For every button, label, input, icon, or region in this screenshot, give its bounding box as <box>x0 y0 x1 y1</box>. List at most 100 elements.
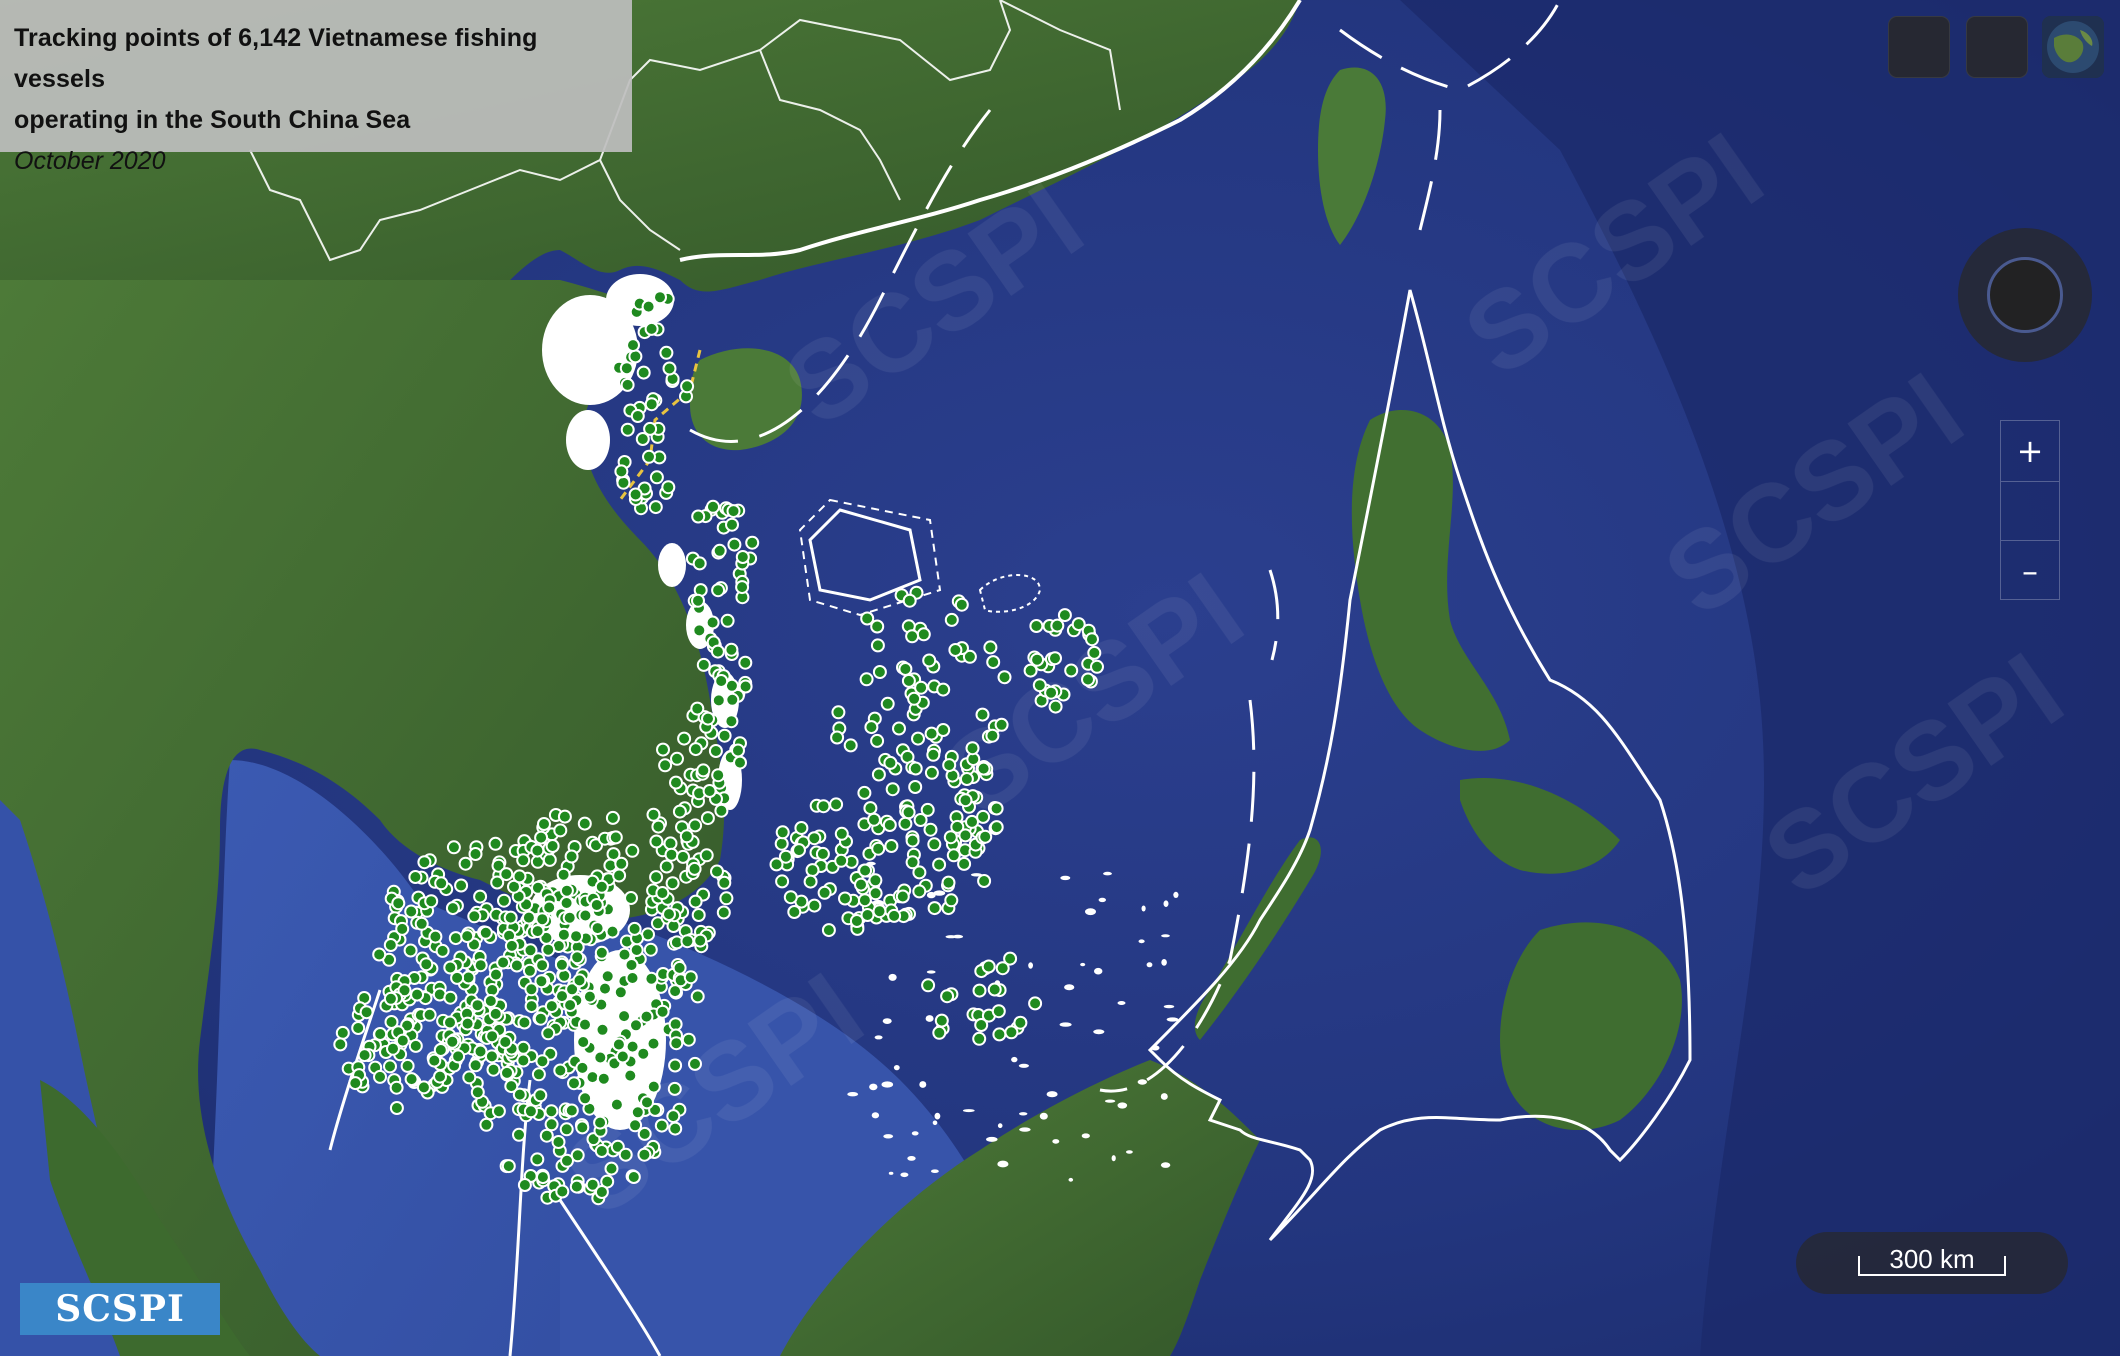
vessel-point <box>667 1081 682 1096</box>
reef-island <box>1141 905 1146 912</box>
vessel-point <box>530 924 545 939</box>
vessel-point <box>451 1049 466 1064</box>
vessel-point <box>533 1088 548 1103</box>
vessel-point <box>690 701 705 716</box>
scspi-logo: SCSPI <box>20 1283 220 1335</box>
zoom-in-button[interactable]: + <box>2001 421 2059 481</box>
vessel-point <box>942 758 957 773</box>
vessel-point <box>594 879 609 894</box>
vessel-point <box>940 989 955 1004</box>
vessel-point <box>724 714 739 729</box>
vessel-point <box>383 991 398 1006</box>
vessel-point <box>1013 1015 1028 1030</box>
vessel-point <box>524 999 539 1014</box>
vessel-point <box>854 877 868 892</box>
reef-island <box>893 1065 900 1071</box>
vessel-point <box>691 908 706 922</box>
reef-island <box>926 970 936 974</box>
vessel-point <box>712 543 727 558</box>
compass-icon[interactable] <box>1987 257 2063 333</box>
layer-button-1[interactable] <box>1888 16 1950 78</box>
vessel-point <box>658 758 673 773</box>
vessel-point <box>564 1103 579 1118</box>
vessel-point <box>490 875 505 890</box>
vessel-point <box>908 780 923 794</box>
vessel-point <box>714 803 729 818</box>
vessel-point <box>662 361 677 376</box>
vessel-point <box>598 981 612 996</box>
vessel-point <box>424 894 439 909</box>
vessel-point <box>594 945 609 960</box>
vessel-point <box>460 1016 475 1031</box>
vessel-point <box>582 989 597 1004</box>
reef-island <box>1163 900 1169 907</box>
map-canvas[interactable]: SCSPI SCSPI SCSPI SCSPI SCSPI SCSPI <box>0 0 2120 1356</box>
vessel-point <box>389 1080 404 1095</box>
vessel-point <box>595 1022 610 1037</box>
vessel-point <box>849 914 864 928</box>
vessel-point <box>443 990 458 1005</box>
vessel-point <box>1044 685 1059 700</box>
vessel-point <box>408 870 423 884</box>
vessel-point <box>483 994 498 1008</box>
reef-island <box>945 935 957 939</box>
vessel-point <box>468 1058 483 1073</box>
reef-island <box>1081 1133 1090 1139</box>
vessel-point <box>706 499 720 514</box>
vessel-point <box>590 921 605 936</box>
reef-island <box>1126 1150 1133 1154</box>
reef-island <box>1028 962 1033 969</box>
vessel-point <box>630 1105 645 1120</box>
vessel-point <box>1081 672 1095 687</box>
vessel-point <box>605 924 620 939</box>
vessel-point <box>921 978 936 993</box>
vessel-point <box>620 377 635 392</box>
vessel-point <box>509 958 524 973</box>
vessel-point <box>404 1072 419 1087</box>
vessel-point <box>585 1070 600 1085</box>
vessel-point <box>924 765 939 780</box>
reef-island <box>1060 875 1071 881</box>
vessel-point <box>470 998 485 1013</box>
reef-island <box>1163 1004 1175 1009</box>
compass-control[interactable] <box>1958 228 2092 362</box>
vessel-point <box>727 537 742 552</box>
reef-island <box>925 1015 934 1022</box>
vessel-point <box>612 868 627 883</box>
vessel-point <box>995 961 1010 976</box>
vessel-point <box>578 1017 592 1032</box>
vessel-point <box>871 841 886 856</box>
reef-island <box>883 1134 894 1139</box>
vessel-point <box>702 784 717 798</box>
vessel-point <box>445 1034 460 1049</box>
reef-island <box>1059 1022 1072 1027</box>
vessel-point <box>911 731 925 746</box>
vessel-point <box>498 1035 513 1049</box>
vessel-point <box>555 1184 570 1199</box>
vessel-point <box>553 1063 568 1078</box>
vessel-point <box>655 886 670 900</box>
vessel-point <box>559 896 574 910</box>
vessel-point <box>668 1121 683 1136</box>
vessel-point <box>932 1025 947 1040</box>
vessel-point <box>775 874 790 889</box>
zoom-out-button[interactable]: – <box>2001 541 2059 601</box>
vessel-point <box>923 822 938 837</box>
basemap-globe-button[interactable] <box>2042 16 2104 78</box>
vessel-point <box>486 1062 501 1077</box>
vessel-point <box>774 836 789 851</box>
vessel-point <box>454 878 469 893</box>
vessel-point <box>932 857 947 872</box>
vessel-point <box>834 853 849 868</box>
scale-bar-label: 300 km <box>1889 1244 1975 1274</box>
vessel-point <box>628 487 643 502</box>
vessel-point <box>625 971 640 985</box>
vessel-point <box>491 1104 506 1119</box>
vessel-point <box>620 422 635 437</box>
vessel-point <box>696 763 711 778</box>
vessel-point <box>914 680 929 695</box>
vessel-point <box>534 974 549 989</box>
vessel-point <box>936 723 951 737</box>
layer-button-2[interactable] <box>1966 16 2028 78</box>
vessel-point <box>1048 651 1062 666</box>
